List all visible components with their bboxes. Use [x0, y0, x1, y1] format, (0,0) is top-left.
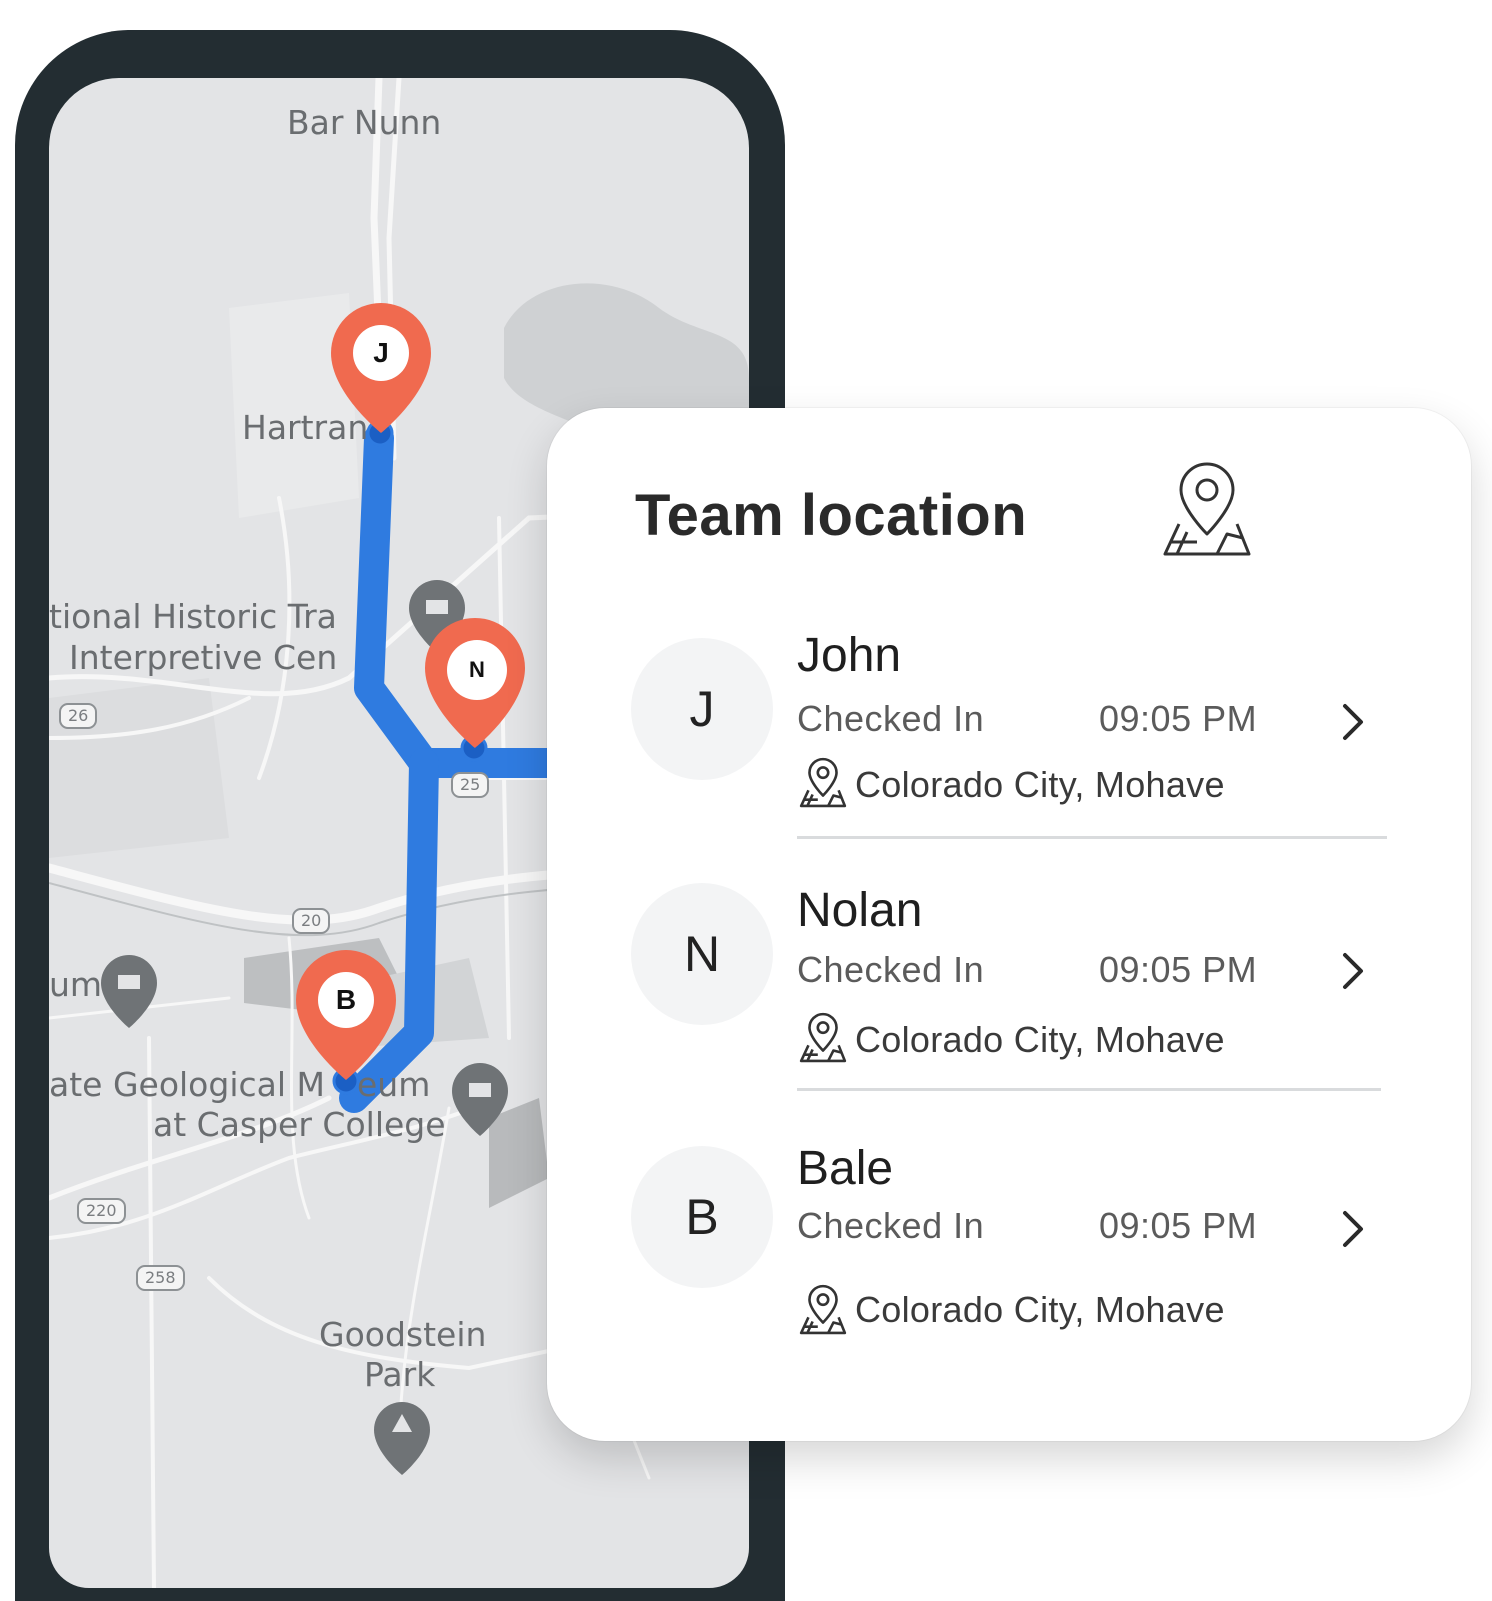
- member-name: Bale: [797, 1142, 894, 1195]
- map-pin-b[interactable]: B: [318, 972, 374, 1028]
- member-name: John: [797, 629, 902, 682]
- team-member-row-nolan[interactable]: N Nolan Checked In 09:05 PM Colorado Cit…: [547, 883, 1471, 1123]
- member-name: Nolan: [797, 884, 923, 937]
- team-member-row-john[interactable]: J John Checked In 09:05 PM Colorado City…: [547, 628, 1471, 868]
- route-shield-258: 258: [136, 1265, 185, 1291]
- member-status: Checked In: [797, 949, 985, 990]
- member-location: Colorado City, Mohave: [855, 764, 1225, 805]
- map-label-casper-college: at Casper College: [153, 1105, 446, 1144]
- member-time: 09:05 PM: [1099, 698, 1258, 739]
- row-divider: [797, 836, 1387, 839]
- map-location-icon: [1163, 462, 1251, 556]
- route-shield-220: 220: [77, 1198, 126, 1224]
- member-status: Checked In: [797, 1205, 985, 1246]
- avatar: B: [631, 1146, 773, 1288]
- route-shield-25: 25: [451, 772, 490, 798]
- avatar: J: [631, 638, 773, 780]
- map-label-historic-trail: tional Historic Tra: [49, 597, 337, 636]
- map-label-goodstein: Goodstein: [319, 1315, 487, 1354]
- team-member-row-bale[interactable]: B Bale Checked In 09:05 PM Colorado City…: [547, 1141, 1471, 1381]
- location-icon: [799, 757, 847, 808]
- route-shield-26: 26: [59, 703, 98, 729]
- map-label-museum: um: [49, 965, 103, 1004]
- route-shield-20: 20: [292, 908, 331, 934]
- map-label-park: Park: [364, 1355, 436, 1394]
- map-pin-n[interactable]: N: [447, 640, 507, 700]
- team-location-card: Team location J John Checked In 09:05 PM…: [547, 408, 1471, 1441]
- map-label-hartranft: Hartran: [242, 408, 369, 447]
- chevron-right-icon[interactable]: [1337, 700, 1367, 744]
- member-location: Colorado City, Mohave: [855, 1019, 1225, 1060]
- card-title: Team location: [635, 483, 1028, 548]
- map-label-bar-nunn: Bar Nunn: [287, 103, 442, 142]
- member-location: Colorado City, Mohave: [855, 1289, 1225, 1330]
- member-time: 09:05 PM: [1099, 949, 1258, 990]
- location-icon: [799, 1284, 847, 1335]
- avatar: N: [631, 883, 773, 1025]
- chevron-right-icon[interactable]: [1337, 1207, 1367, 1251]
- member-time: 09:05 PM: [1099, 1205, 1258, 1246]
- map-label-interpretive-center: Interpretive Cen: [69, 638, 338, 677]
- map-label-geological-museum: ate Geological Meum: [49, 1065, 431, 1104]
- member-status: Checked In: [797, 698, 985, 739]
- row-divider: [797, 1088, 1381, 1091]
- chevron-right-icon[interactable]: [1337, 949, 1367, 993]
- map-pin-j[interactable]: J: [353, 325, 409, 381]
- location-icon: [799, 1012, 847, 1063]
